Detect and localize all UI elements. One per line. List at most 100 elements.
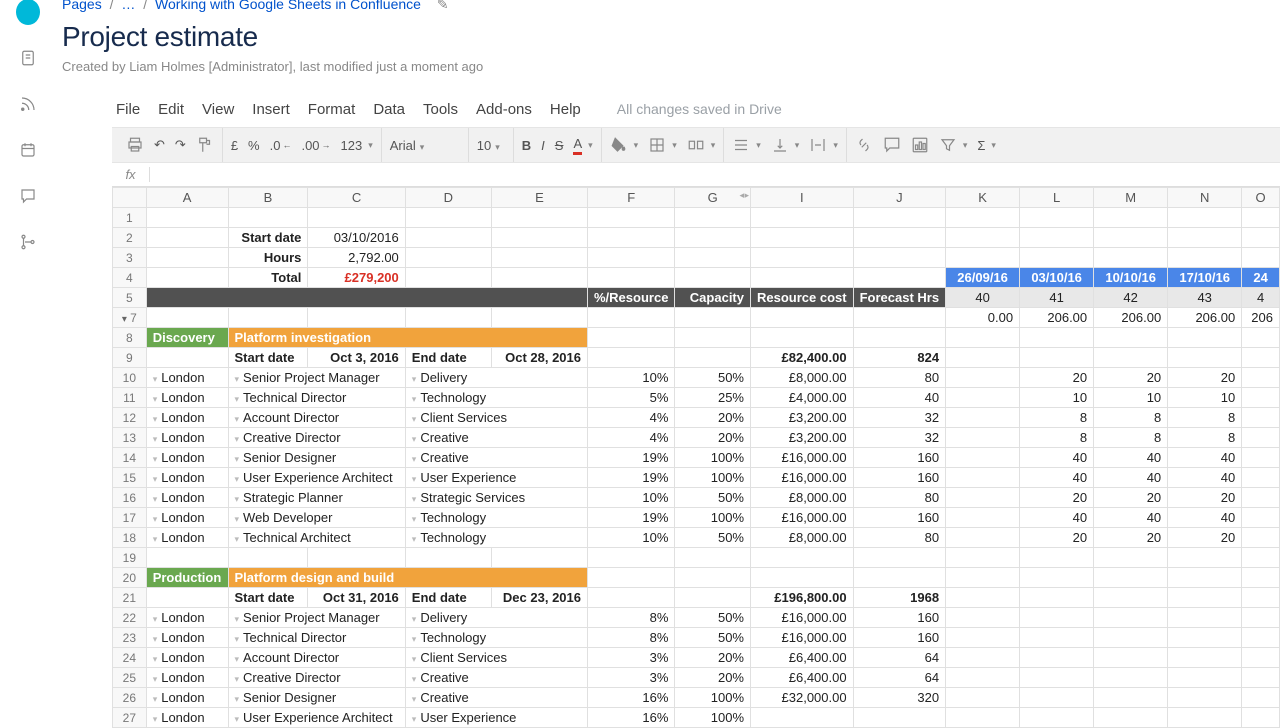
row-header[interactable]: 16 — [113, 488, 147, 508]
row-header[interactable]: 23 — [113, 628, 147, 648]
cell[interactable] — [1094, 348, 1168, 368]
spreadsheet-grid[interactable]: A B C D E F G◂ ▸ I J K L M N O — [112, 187, 1280, 728]
week-cell[interactable]: 8 — [1168, 428, 1242, 448]
col-F[interactable]: F — [588, 188, 675, 208]
phase-end[interactable]: Oct 28, 2016 — [491, 348, 587, 368]
phase-cost[interactable]: £196,800.00 — [751, 588, 854, 608]
pct-cell[interactable]: 5% — [588, 388, 675, 408]
role-cell[interactable]: Creative Director — [228, 428, 405, 448]
row-27[interactable]: 27LondonUser Experience ArchitectUser Ex… — [113, 708, 1280, 728]
capacity-cell[interactable]: 20% — [675, 648, 751, 668]
week-cell[interactable] — [946, 468, 1020, 488]
capacity-cell[interactable]: 50% — [675, 488, 751, 508]
column-split-icon[interactable]: ◂ ▸ — [739, 190, 748, 201]
week-num[interactable]: 4 — [1242, 288, 1280, 308]
cell[interactable] — [588, 268, 675, 288]
phase-start[interactable]: Oct 31, 2016 — [308, 588, 405, 608]
role-cell[interactable]: Technical Architect — [228, 528, 405, 548]
location-cell[interactable]: London — [146, 708, 228, 728]
week-cell[interactable]: 40 — [1168, 448, 1242, 468]
week-cell[interactable] — [1168, 628, 1242, 648]
pct-cell[interactable]: 10% — [588, 368, 675, 388]
cell[interactable] — [946, 348, 1020, 368]
cell[interactable] — [853, 568, 945, 588]
cell[interactable] — [853, 228, 945, 248]
row-header[interactable]: 8 — [113, 328, 147, 348]
cost-cell[interactable]: £8,000.00 — [751, 368, 854, 388]
functions-button[interactable]: Σ — [977, 138, 996, 153]
week-cell[interactable]: 8 — [1020, 428, 1094, 448]
row-header[interactable]: 27 — [113, 708, 147, 728]
role-cell[interactable]: Web Developer — [228, 508, 405, 528]
row-21[interactable]: 21Start dateOct 31, 2016End dateDec 23, … — [113, 588, 1280, 608]
row-16[interactable]: 16LondonStrategic PlannerStrategic Servi… — [113, 488, 1280, 508]
cell[interactable] — [1020, 588, 1094, 608]
menu-edit[interactable]: Edit — [158, 101, 184, 118]
week-cell[interactable]: 40 — [1094, 508, 1168, 528]
cell[interactable] — [588, 328, 675, 348]
row-header[interactable]: 20 — [113, 568, 147, 588]
hours-cell[interactable]: 80 — [853, 368, 945, 388]
pct-cell[interactable]: 3% — [588, 668, 675, 688]
insert-comment-button[interactable] — [883, 136, 901, 154]
week-hours[interactable]: 206 — [1242, 308, 1280, 328]
cell[interactable] — [491, 248, 587, 268]
cell[interactable] — [146, 248, 228, 268]
menu-view[interactable]: View — [202, 101, 234, 118]
breadcrumb-root[interactable]: Pages — [62, 0, 102, 12]
phase-start-label[interactable]: Start date — [228, 588, 308, 608]
capacity-cell[interactable]: 50% — [675, 628, 751, 648]
row-14[interactable]: 14LondonSenior DesignerCreative19%100%£1… — [113, 448, 1280, 468]
cell[interactable] — [405, 208, 491, 228]
cell[interactable] — [491, 308, 587, 328]
hdr-pct[interactable]: %/Resource — [588, 288, 675, 308]
cell[interactable] — [405, 228, 491, 248]
week-cell[interactable] — [946, 508, 1020, 528]
bold-button[interactable]: B — [522, 138, 531, 153]
col-A[interactable]: A — [146, 188, 228, 208]
week-cell[interactable] — [1168, 688, 1242, 708]
week-cell[interactable]: 40 — [1094, 448, 1168, 468]
week-cell[interactable]: 8 — [1020, 408, 1094, 428]
cell[interactable] — [1242, 208, 1280, 228]
week-cell[interactable] — [946, 628, 1020, 648]
location-cell[interactable]: London — [146, 468, 228, 488]
hours-cell[interactable]: 64 — [853, 668, 945, 688]
cell[interactable] — [1242, 568, 1280, 588]
capacity-cell[interactable]: 20% — [675, 428, 751, 448]
week-cell[interactable] — [1094, 668, 1168, 688]
week-cell[interactable]: 20 — [1094, 488, 1168, 508]
row-22[interactable]: 22LondonSenior Project ManagerDelivery8%… — [113, 608, 1280, 628]
dept-cell[interactable]: Strategic Services — [405, 488, 587, 508]
number-format-button[interactable]: 123 — [341, 138, 373, 153]
week-date[interactable]: 03/10/16 — [1020, 268, 1094, 288]
horizontal-align-button[interactable] — [732, 136, 761, 154]
week-cell[interactable] — [1168, 648, 1242, 668]
cell[interactable] — [1242, 328, 1280, 348]
col-E[interactable]: E — [491, 188, 587, 208]
cell[interactable] — [853, 708, 945, 728]
hours-cell[interactable]: 160 — [853, 468, 945, 488]
breadcrumb-page[interactable]: Working with Google Sheets in Confluence — [155, 0, 421, 12]
cell[interactable] — [1242, 248, 1280, 268]
week-cell[interactable] — [1094, 688, 1168, 708]
cell[interactable] — [491, 548, 587, 568]
row-header[interactable]: 5 — [113, 288, 147, 308]
row-10[interactable]: 10LondonSenior Project ManagerDelivery10… — [113, 368, 1280, 388]
calendar-icon[interactable] — [16, 138, 40, 162]
role-cell[interactable]: Strategic Planner — [228, 488, 405, 508]
paint-format-icon[interactable] — [196, 136, 214, 154]
cost-cell[interactable]: £6,400.00 — [751, 668, 854, 688]
text-wrap-button[interactable] — [809, 136, 838, 154]
pct-cell[interactable]: 8% — [588, 628, 675, 648]
text-color-button[interactable]: A — [573, 136, 592, 155]
row-17[interactable]: 17LondonWeb DeveloperTechnology19%100%£1… — [113, 508, 1280, 528]
borders-button[interactable] — [648, 136, 677, 154]
row-18[interactable]: 18LondonTechnical ArchitectTechnology10%… — [113, 528, 1280, 548]
cell[interactable] — [946, 228, 1020, 248]
week-cell[interactable]: 40 — [1168, 508, 1242, 528]
col-N[interactable]: N — [1168, 188, 1242, 208]
feeds-icon[interactable] — [16, 92, 40, 116]
week-cell[interactable] — [946, 428, 1020, 448]
week-cell[interactable] — [1242, 648, 1280, 668]
